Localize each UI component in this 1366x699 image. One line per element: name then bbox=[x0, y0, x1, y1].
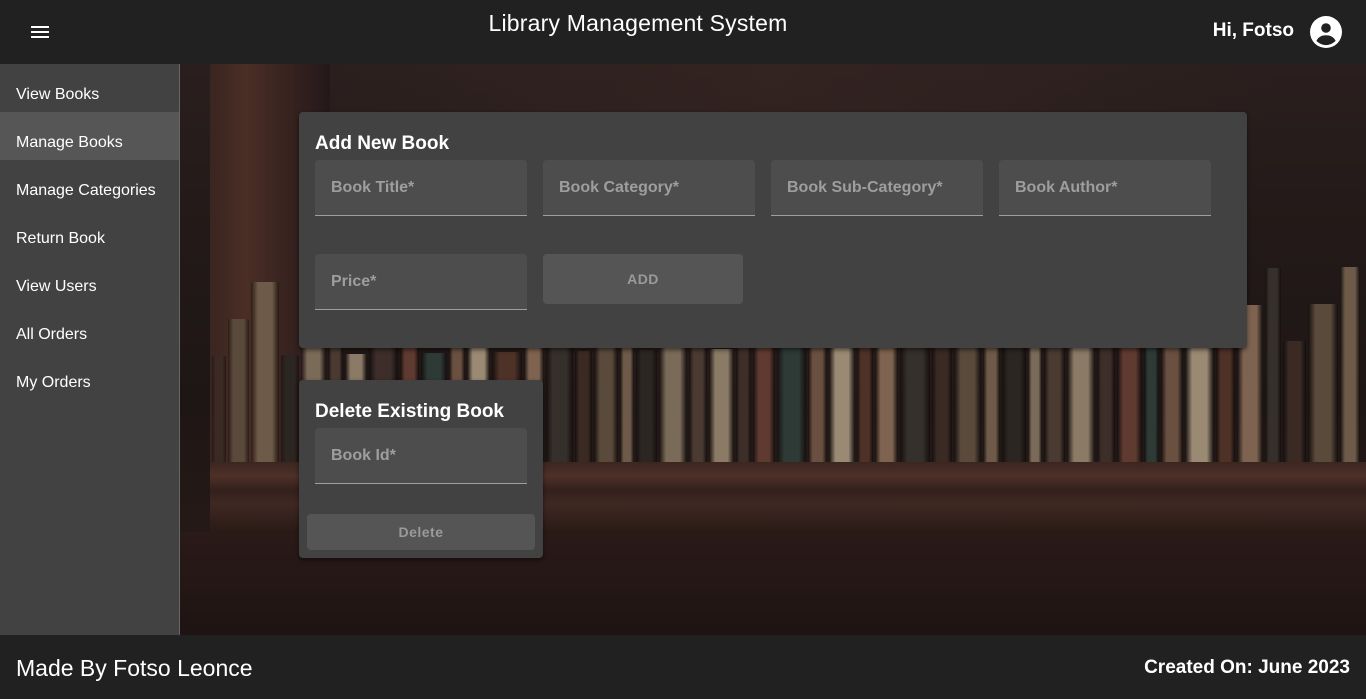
sidebar-item-manage-categories[interactable]: Manage Categories bbox=[0, 160, 179, 208]
sidebar-item-view-users[interactable]: View Users bbox=[0, 256, 179, 304]
book-author-field[interactable]: Book Author* bbox=[999, 160, 1211, 216]
background-book bbox=[1002, 345, 1026, 466]
delete-book-title: Delete Existing Book bbox=[315, 401, 504, 422]
background-book bbox=[1067, 344, 1095, 466]
background-book bbox=[1308, 304, 1338, 466]
sidebar-item-all-orders[interactable]: All Orders bbox=[0, 304, 179, 352]
book-category-label: Book Category* bbox=[559, 179, 680, 196]
book-title-field[interactable]: Book Title* bbox=[315, 160, 527, 216]
background-book bbox=[1265, 268, 1281, 466]
account-circle-icon[interactable] bbox=[1310, 16, 1342, 48]
sidebar-item-manage-books[interactable]: Manage Books bbox=[0, 112, 179, 160]
background-book bbox=[1283, 341, 1306, 466]
book-id-field[interactable]: Book Id* bbox=[315, 428, 527, 484]
add-book-title: Add New Book bbox=[315, 133, 450, 154]
background-book bbox=[857, 347, 873, 466]
background-book bbox=[636, 350, 657, 466]
background-book bbox=[1216, 342, 1235, 466]
footer-credit: Made By Fotso Leonce bbox=[16, 655, 253, 681]
app-title: Library Management System bbox=[488, 10, 788, 36]
book-title-label: Book Title* bbox=[331, 179, 415, 196]
book-id-label: Book Id* bbox=[331, 447, 396, 464]
background-book bbox=[777, 348, 806, 466]
delete-book-card: Delete Existing Book Book Id* Delete bbox=[299, 380, 543, 558]
delete-book-button[interactable]: Delete bbox=[307, 514, 535, 550]
footer-created-on: Created On: June 2023 bbox=[1144, 657, 1350, 678]
add-book-button[interactable]: ADD bbox=[543, 254, 743, 304]
app-header: Library Management System Hi, Fotso bbox=[0, 0, 1366, 64]
background-book bbox=[575, 351, 592, 466]
background-book bbox=[709, 349, 734, 466]
book-sub-category-field[interactable]: Book Sub-Category* bbox=[771, 160, 983, 216]
user-greeting: Hi, Fotso bbox=[1212, 20, 1294, 41]
background-book bbox=[932, 346, 952, 466]
background-book bbox=[281, 355, 299, 466]
background-book bbox=[228, 319, 249, 466]
sidebar-item-view-books[interactable]: View Books bbox=[0, 64, 179, 112]
background-book bbox=[1144, 343, 1159, 466]
background-book bbox=[251, 282, 279, 466]
sidebar-item-my-orders[interactable]: My Orders bbox=[0, 352, 179, 400]
sidebar-item-return-book[interactable]: Return Book bbox=[0, 208, 179, 256]
price-label: Price* bbox=[331, 273, 377, 290]
sidebar-nav: View Books Manage Books Manage Categorie… bbox=[0, 64, 180, 635]
add-book-card: Add New Book Book Title* Book Category* … bbox=[299, 112, 1247, 348]
app-footer: Made By Fotso Leonce Created On: June 20… bbox=[0, 635, 1366, 699]
book-category-field[interactable]: Book Category* bbox=[543, 160, 755, 216]
book-author-label: Book Author* bbox=[1015, 179, 1118, 196]
background-book bbox=[212, 356, 226, 466]
book-sub-category-label: Book Sub-Category* bbox=[787, 179, 943, 196]
price-field[interactable]: Price* bbox=[315, 254, 527, 310]
background-book bbox=[1340, 267, 1360, 466]
